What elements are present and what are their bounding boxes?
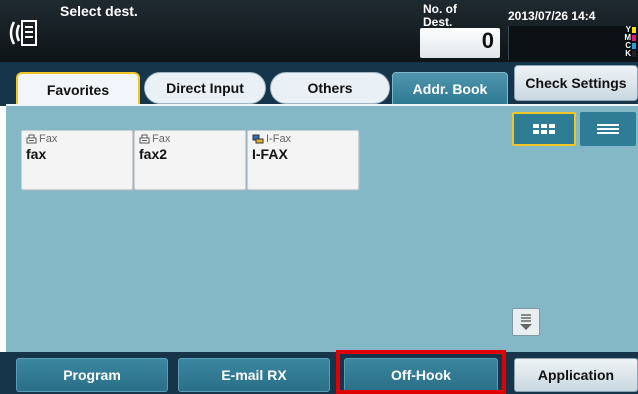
- bottom-bar: Program E-mail RX Off-Hook Application: [0, 352, 638, 394]
- tab-favorites[interactable]: Favorites: [16, 72, 140, 106]
- destination-tile[interactable]: Fax fax: [21, 130, 133, 190]
- toner-swatch: [632, 43, 636, 49]
- address-book-icon: [9, 20, 37, 46]
- application-button[interactable]: Application: [514, 358, 638, 392]
- grid-view-icon: [533, 124, 555, 134]
- tab-strip: Favorites Direct Input Others Addr. Book…: [0, 62, 638, 106]
- tab-direct-input[interactable]: Direct Input: [144, 72, 266, 104]
- check-settings-button[interactable]: Check Settings: [514, 65, 638, 101]
- fax-icon: [139, 134, 150, 144]
- screen-title: Select dest.: [60, 3, 138, 19]
- destination-type: Fax: [139, 133, 170, 145]
- destination-type-label: Fax: [39, 133, 58, 145]
- destination-type: I-Fax: [252, 133, 291, 145]
- scroll-bottom-icon: [520, 314, 532, 330]
- email-rx-button[interactable]: E-mail RX: [178, 358, 330, 392]
- destination-name: fax2: [139, 146, 168, 162]
- toner-swatch: [632, 51, 636, 57]
- list-view-icon: [597, 124, 619, 134]
- internet-fax-icon: [252, 134, 264, 144]
- tab-others[interactable]: Others: [270, 72, 390, 104]
- destination-panel: Fax fax Fax fax2 I-Fax I-FAX: [6, 104, 638, 352]
- datetime-display: 2013/07/26 14:4: [508, 9, 596, 23]
- toner-status-panel: YMCK: [508, 26, 638, 60]
- list-view-button[interactable]: [580, 112, 636, 146]
- tab-addr-book[interactable]: Addr. Book: [392, 72, 508, 106]
- toner-level-k: K: [625, 50, 636, 58]
- dest-count-value: 0: [481, 28, 494, 53]
- toner-letter: K: [625, 49, 631, 58]
- dest-count-label: No. of Dest.: [423, 2, 457, 29]
- destination-type-label: I-Fax: [266, 133, 292, 145]
- destination-name: I-FAX: [252, 146, 288, 162]
- toner-swatch: [632, 27, 636, 33]
- program-button[interactable]: Program: [16, 358, 168, 392]
- off-hook-highlight: [336, 350, 506, 394]
- destination-type-label: Fax: [152, 133, 171, 145]
- scroll-down-button[interactable]: [512, 308, 540, 336]
- fax-icon: [26, 134, 37, 144]
- header-bar: Select dest. No. of Dest. 0 2013/07/26 1…: [0, 0, 638, 62]
- grid-view-button[interactable]: [512, 112, 576, 146]
- destination-tile[interactable]: I-Fax I-FAX: [247, 130, 359, 190]
- destination-tile[interactable]: Fax fax2: [134, 130, 246, 190]
- dest-count-display: 0: [420, 28, 500, 58]
- destination-name: fax: [26, 146, 47, 162]
- toner-swatch: [632, 35, 636, 41]
- destination-type: Fax: [26, 133, 57, 145]
